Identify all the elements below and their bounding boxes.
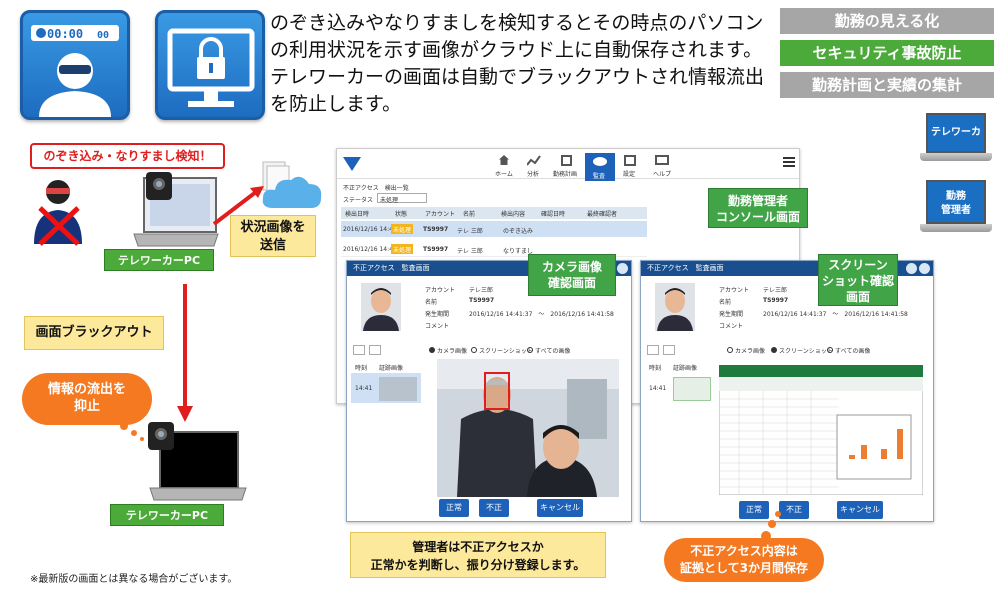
tab-visualize[interactable]: 勤務の見える化	[780, 8, 994, 34]
console-breadcrumb: 不正アクセス 検出一覧	[343, 185, 409, 192]
filter-select[interactable]: 未処理	[377, 193, 427, 204]
screenshot-image	[719, 365, 923, 495]
headline-text: のぞき込みやなりすましを検知するとその時点のパソコンの利用状況を示す画像がクラウ…	[270, 12, 765, 115]
lock-monitor-icon	[155, 10, 265, 120]
prev-button[interactable]	[647, 345, 659, 355]
cancel-button[interactable]: キャンセル	[837, 501, 883, 519]
user-photo	[361, 283, 401, 331]
evidence-thumbnail[interactable]	[379, 377, 417, 401]
evidence-thumbnail[interactable]	[673, 377, 711, 401]
detect-alert: のぞき込み・なりすまし検知！	[30, 143, 225, 169]
tab-security[interactable]: セキュリティ事故防止	[780, 40, 994, 66]
leak-bubble: 情報の流出を 抑止	[22, 373, 152, 425]
next-button[interactable]	[369, 345, 381, 355]
evidence-bubble-tail	[761, 511, 781, 540]
nav-settings[interactable]: 設定	[615, 153, 645, 178]
radio-screenshot[interactable]	[771, 347, 777, 353]
radio-all[interactable]	[827, 347, 833, 353]
status-badge: 未処理	[391, 244, 413, 254]
status-badge: 未処理	[391, 224, 413, 234]
console-label: 勤務管理者 コンソール画面	[708, 188, 808, 228]
tab-aggregate[interactable]: 勤務計画と実績の集計	[780, 72, 994, 98]
fraud-button[interactable]: 不正	[479, 499, 509, 517]
nav-home[interactable]: ホーム	[489, 153, 519, 178]
nav-help[interactable]: ヘルプ	[645, 153, 679, 178]
monitor-person-icon: 00:00 00	[20, 10, 130, 120]
screenshot-label: スクリーン ショット確認 画面	[818, 254, 898, 306]
send-box: 状況画像を 送信	[230, 215, 316, 257]
timer-text: 00:00	[47, 27, 83, 41]
telework-pc-bottom-icon	[148, 422, 247, 501]
filter-label: ステータス	[343, 197, 374, 204]
pc-label-bottom: テレワーカーPC	[110, 504, 224, 526]
pc-label-top: テレワーカーPC	[104, 249, 214, 271]
nav-audit[interactable]: 監査	[585, 153, 615, 181]
nav-plan[interactable]: 勤務計画	[549, 153, 585, 178]
radio-screenshot[interactable]	[471, 347, 477, 353]
admin-box: 管理者は不正アクセスか 正常かを判断し、振り分け登録します。	[350, 532, 606, 578]
telework-pc-top-icon	[133, 172, 219, 247]
normal-button[interactable]: 正常	[439, 499, 469, 517]
user-photo	[655, 283, 695, 331]
manager-laptop-label: 勤務 管理者	[926, 180, 986, 224]
evidence-bubble: 不正アクセス内容は 証拠として3か月間保存	[664, 538, 824, 582]
telework-laptop-label: テレワーカー	[926, 113, 986, 174]
camera-label: カメラ画像 確認画面	[528, 254, 616, 296]
blackout-box: 画面ブラックアウト	[24, 316, 164, 350]
radio-camera[interactable]	[429, 347, 435, 353]
camera-dialog: 不正アクセス 監査画面 アカウント テレ三郎 名前 TS9997 発生期間 20…	[346, 260, 632, 522]
footnote: ※最新版の画面とは異なる場合がございます。	[30, 574, 238, 585]
next-button[interactable]	[663, 345, 675, 355]
menu-icon[interactable]	[783, 157, 795, 167]
cancel-button[interactable]: キャンセル	[537, 499, 583, 517]
radio-all[interactable]	[527, 347, 533, 353]
manager-laptop-icon: 勤務 管理者	[920, 180, 992, 238]
blackout-arrow	[177, 284, 193, 422]
camera-image	[437, 359, 619, 497]
timer-seconds: 00	[97, 30, 109, 41]
nav-analysis[interactable]: 分析	[519, 153, 549, 178]
dialog-settings-icon[interactable]	[906, 263, 917, 274]
dialog-close-icon[interactable]	[919, 263, 930, 274]
telework-laptop-icon: テレワーカー	[920, 113, 992, 174]
prev-button[interactable]	[353, 345, 365, 355]
radio-camera[interactable]	[727, 347, 733, 353]
intruder-icon	[34, 180, 82, 246]
dialog-close-icon[interactable]	[617, 263, 628, 274]
